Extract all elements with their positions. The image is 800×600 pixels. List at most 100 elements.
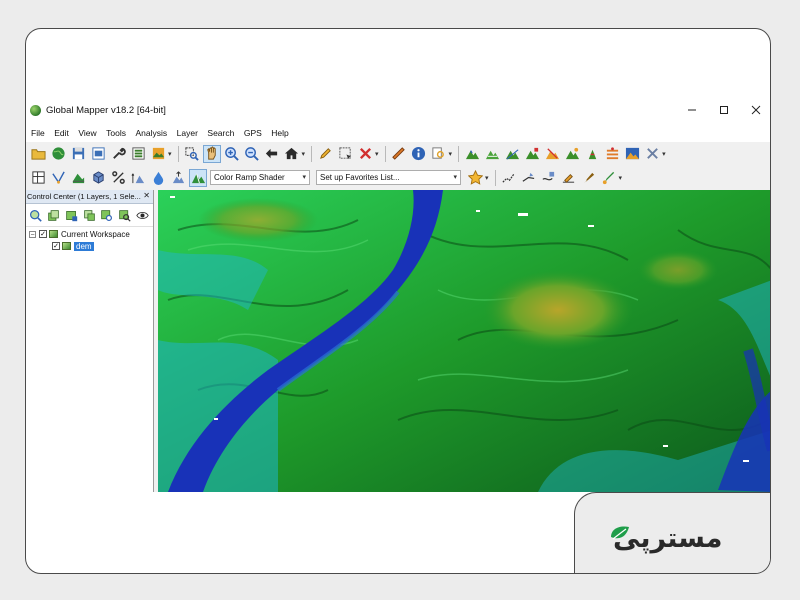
view-3d-icon[interactable] (70, 170, 86, 186)
globe-icon[interactable] (50, 146, 66, 162)
delete-icon[interactable] (357, 146, 373, 162)
terrain-3-icon[interactable] (504, 146, 520, 162)
menu-analysis[interactable]: Analysis (135, 128, 167, 138)
workspace-label: Current Workspace (61, 229, 130, 239)
favorites-select-value: Set up Favorites List... (320, 173, 400, 182)
menu-help[interactable]: Help (271, 128, 288, 138)
star-icon[interactable] (467, 170, 483, 186)
terrain-2-icon[interactable] (484, 146, 500, 162)
maximize-icon[interactable] (708, 97, 740, 123)
layout-icon[interactable] (30, 170, 46, 186)
outer-frame: Global Mapper v18.2 [64-bit] File Edit V… (25, 28, 771, 574)
main-toolbar: ▾ ▾ ▾ ▾ ▾ (26, 142, 770, 165)
shader-select-value: Color Ramp Shader (214, 173, 285, 182)
toolbar-separator (384, 145, 386, 162)
percent-icon[interactable] (110, 170, 126, 186)
open-folder-icon[interactable] (30, 146, 46, 162)
menu-tools[interactable]: Tools (106, 128, 126, 138)
raise-terrain-icon[interactable] (170, 170, 186, 186)
home-icon[interactable] (284, 146, 300, 162)
layer-zoom-icon[interactable] (118, 208, 132, 222)
paint-icon[interactable] (601, 170, 617, 186)
terrain-8-icon[interactable] (604, 146, 620, 162)
menu-file[interactable]: File (31, 128, 45, 138)
elevation-icon[interactable] (130, 170, 146, 186)
zoom-out-icon[interactable] (244, 146, 260, 162)
edit-feature-icon[interactable] (561, 170, 577, 186)
control-center-toolbar (26, 204, 153, 227)
workspace-checkbox[interactable]: ✓ (39, 230, 47, 238)
layer-add-icon[interactable] (64, 208, 78, 222)
menu-edit[interactable]: Edit (54, 128, 69, 138)
collapse-icon[interactable]: − (29, 230, 36, 239)
toolbar-separator (494, 169, 496, 186)
menu-search[interactable]: Search (207, 128, 234, 138)
secondary-toolbar: Color Ramp Shader ▾ Set up Favorites Lis… (26, 166, 770, 189)
select-area-icon[interactable] (337, 146, 353, 162)
minimize-icon[interactable] (676, 97, 708, 123)
map-view[interactable] (158, 190, 771, 492)
shader-select[interactable]: Color Ramp Shader ▾ (210, 170, 310, 185)
chevron-down-icon[interactable]: ▾ (662, 150, 666, 158)
find-icon[interactable] (431, 146, 447, 162)
overlay-control-icon[interactable] (130, 146, 146, 162)
close-icon[interactable] (740, 97, 770, 123)
image-icon[interactable] (150, 146, 166, 162)
title-bar: Global Mapper v18.2 [64-bit] (26, 97, 770, 123)
pan-hand-icon[interactable] (202, 144, 221, 163)
chevron-down-icon[interactable]: ▾ (485, 174, 489, 182)
layer-copy-icon[interactable] (82, 208, 96, 222)
layer-search-icon[interactable] (100, 208, 114, 222)
chevron-down-icon[interactable]: ▾ (375, 150, 379, 158)
eye-icon[interactable] (135, 208, 149, 222)
close-icon[interactable]: ✕ (143, 191, 150, 200)
export-icon[interactable] (90, 146, 106, 162)
measure-icon[interactable] (391, 146, 407, 162)
profile-line-icon[interactable] (501, 170, 517, 186)
dem-terrain-map[interactable] (158, 190, 771, 492)
path-tool-icon[interactable] (521, 170, 537, 186)
workspace-row[interactable]: − ✓ Current Workspace (26, 228, 153, 240)
water-drop-icon[interactable] (150, 170, 166, 186)
save-icon[interactable] (70, 146, 86, 162)
terrain-4-icon[interactable] (524, 146, 540, 162)
chevron-down-icon[interactable]: ▾ (168, 150, 172, 158)
terrain-6-icon[interactable] (564, 146, 580, 162)
layer-dem-label[interactable]: dem (74, 241, 94, 251)
digitizer-icon[interactable] (50, 170, 66, 186)
favorites-select[interactable]: Set up Favorites List... ▾ (316, 170, 461, 185)
pencil-icon[interactable] (317, 146, 333, 162)
feature-tool-icon[interactable] (541, 170, 557, 186)
cube-icon[interactable] (90, 170, 106, 186)
zoom-box-icon[interactable] (184, 146, 200, 162)
brand-logo-card: مسترپی (574, 492, 770, 573)
zoom-to-layer-icon[interactable] (29, 208, 43, 222)
layer-dem-checkbox[interactable]: ✓ (52, 242, 60, 250)
layer-stack-icon[interactable] (47, 208, 61, 222)
shader-terrain-icon[interactable] (189, 168, 207, 187)
terrain-5-icon[interactable] (544, 146, 560, 162)
chevron-down-icon[interactable]: ▾ (449, 150, 453, 158)
chevron-down-icon: ▾ (302, 174, 306, 181)
chevron-down-icon[interactable]: ▾ (302, 150, 306, 158)
back-arrow-icon[interactable] (264, 146, 280, 162)
terrain-9-icon[interactable] (624, 146, 640, 162)
wrench-icon[interactable] (110, 146, 126, 162)
menu-gps[interactable]: GPS (244, 128, 262, 138)
window-title: Global Mapper v18.2 [64-bit] (46, 104, 166, 116)
workspace-layer-icon (49, 230, 58, 238)
menu-layer[interactable]: Layer (177, 128, 198, 138)
control-center-header: Control Center (1 Layers, 1 Sele... ✕ (26, 190, 153, 204)
control-center-panel: Control Center (1 Layers, 1 Sele... ✕ − … (26, 190, 154, 492)
tools-cross-icon[interactable] (644, 146, 660, 162)
terrain-7-icon[interactable] (584, 146, 600, 162)
chevron-down-icon[interactable]: ▾ (619, 174, 623, 182)
zoom-in-icon[interactable] (224, 146, 240, 162)
control-center-title: Control Center (1 Layers, 1 Sele... (27, 192, 141, 201)
terrain-1-icon[interactable] (464, 146, 480, 162)
info-icon[interactable] (411, 146, 427, 162)
layer-row-dem[interactable]: ✓ dem (26, 240, 153, 252)
app-window: Global Mapper v18.2 [64-bit] File Edit V… (26, 97, 771, 492)
brush-icon[interactable] (581, 170, 597, 186)
menu-view[interactable]: View (78, 128, 96, 138)
